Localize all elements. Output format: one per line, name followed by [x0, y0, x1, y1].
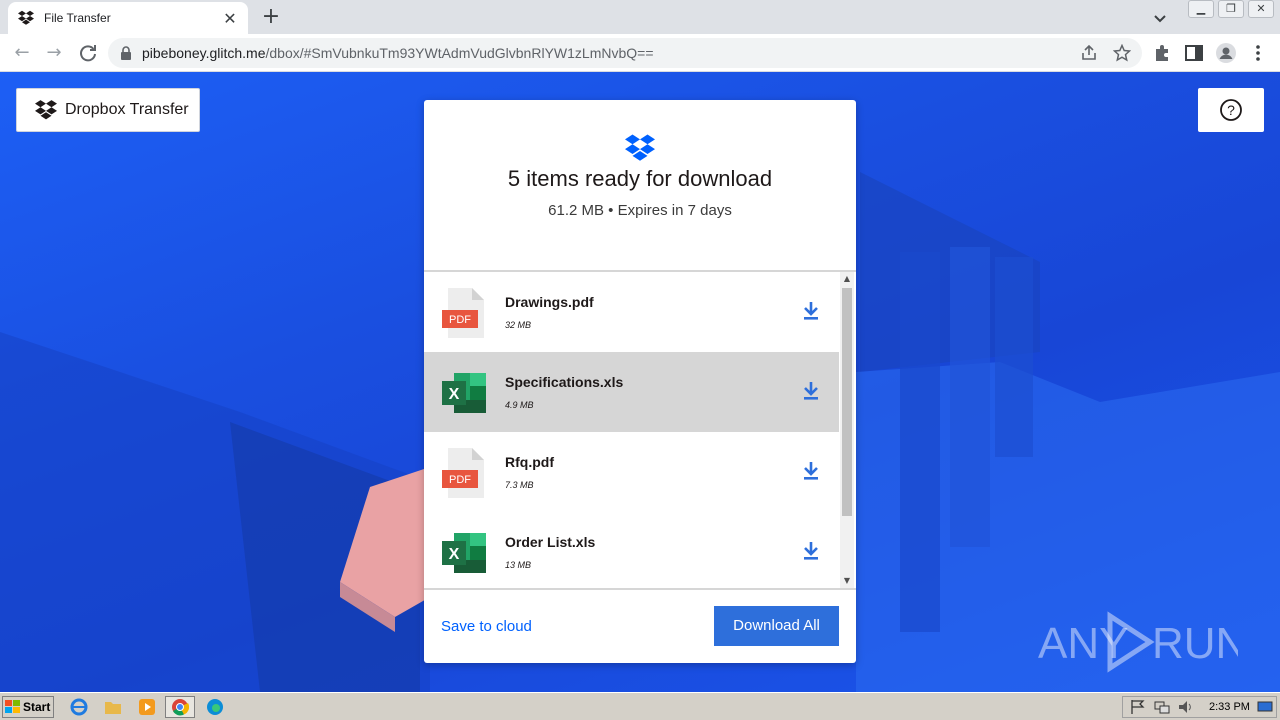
side-panel-icon[interactable]: [1184, 43, 1204, 63]
pdf-file-icon: PDF: [442, 448, 484, 498]
file-badge: PDF: [449, 314, 471, 326]
help-button[interactable]: ?: [1198, 88, 1264, 132]
watermark-text-right: RUN: [1152, 619, 1238, 668]
network-icon[interactable]: [1153, 699, 1171, 715]
edge-icon[interactable]: [204, 696, 226, 718]
start-label: Start: [23, 700, 51, 714]
file-badge: PDF: [449, 474, 471, 486]
file-list: PDF Drawings.pdf 32 MB X Specifications.…: [424, 270, 856, 590]
excel-file-icon: X: [442, 373, 486, 413]
anyrun-watermark: ANY RUN: [1038, 611, 1238, 673]
file-size: 4.9 MB: [505, 400, 534, 410]
page-viewport: Dropbox Transfer ? 5 items ready for dow…: [0, 72, 1280, 692]
transfer-subtitle: 61.2 MB • Expires in 7 days: [548, 202, 732, 219]
restore-button[interactable]: ❐: [1218, 0, 1244, 18]
file-name: Rfq.pdf: [505, 454, 554, 470]
url-path: /dbox/#SmVubnkuTm93YWtAdmVudGlvbnRlYW1zL…: [265, 45, 654, 61]
file-row[interactable]: X Specifications.xls 4.9 MB: [424, 352, 839, 432]
file-name: Drawings.pdf: [505, 294, 594, 310]
tab-title: File Transfer: [44, 11, 111, 25]
file-explorer-icon[interactable]: [102, 696, 124, 718]
close-window-button[interactable]: ✕: [1248, 0, 1274, 18]
scroll-down-arrow-icon[interactable]: ▼: [840, 574, 854, 588]
url-text: pibeboney.glitch.me/dbox/#SmVubnkuTm93YW…: [142, 45, 654, 61]
download-icon[interactable]: [802, 461, 820, 481]
back-arrow-icon[interactable]: ←: [10, 41, 34, 65]
reload-icon[interactable]: [76, 41, 100, 65]
tab-close-icon[interactable]: ✕: [222, 9, 238, 28]
file-name: Specifications.xls: [505, 374, 624, 390]
file-row[interactable]: PDF Rfq.pdf 7.3 MB: [424, 432, 839, 512]
os-taskbar: Start 2:33 PM: [0, 692, 1280, 720]
file-row[interactable]: PDF Drawings.pdf 32 MB: [424, 272, 839, 352]
browser-tab[interactable]: File Transfer ✕: [8, 2, 248, 34]
chrome-icon[interactable]: [165, 696, 195, 718]
system-tray: 2:33 PM: [1122, 696, 1277, 718]
pdf-file-icon: PDF: [442, 288, 484, 338]
address-bar[interactable]: pibeboney.glitch.me/dbox/#SmVubnkuTm93YW…: [108, 38, 1142, 68]
bookmark-star-icon[interactable]: [1113, 44, 1131, 62]
dropbox-favicon-icon: [18, 10, 34, 25]
scroll-up-arrow-icon[interactable]: ▲: [840, 272, 854, 286]
ie-icon[interactable]: [68, 696, 90, 718]
excel-file-icon: X: [442, 533, 486, 573]
profile-avatar-icon[interactable]: [1216, 43, 1236, 63]
dropbox-logo-icon: [625, 134, 655, 161]
save-to-cloud-link[interactable]: Save to cloud: [441, 618, 532, 635]
tab-search-chevron-icon[interactable]: [1150, 8, 1170, 28]
url-host: pibeboney.glitch.me: [142, 45, 266, 61]
download-all-button[interactable]: Download All: [714, 606, 839, 646]
help-label: ?: [1227, 102, 1235, 118]
scrollbar-thumb[interactable]: [842, 288, 852, 516]
file-row[interactable]: X Order List.xls 13 MB: [424, 512, 839, 588]
help-circle-icon: ?: [1220, 99, 1242, 121]
minimize-button[interactable]: ▁: [1188, 0, 1214, 18]
file-badge: X: [449, 386, 460, 403]
file-name: Order List.xls: [505, 534, 596, 550]
volume-icon[interactable]: [1177, 699, 1195, 715]
download-icon[interactable]: [802, 541, 820, 561]
extensions-icon[interactable]: [1152, 43, 1172, 63]
windows-flag-icon: [5, 700, 20, 713]
tab-strip: File Transfer ✕ + ▁ ❐ ✕: [0, 0, 1280, 34]
dropbox-logo-icon: [35, 100, 57, 120]
menu-kebab-icon[interactable]: [1248, 43, 1268, 63]
taskbar-clock: 2:33 PM: [1209, 701, 1250, 713]
dropbox-transfer-brand[interactable]: Dropbox Transfer: [16, 88, 200, 132]
share-icon[interactable]: [1080, 44, 1098, 62]
file-size: 7.3 MB: [505, 480, 534, 490]
window-controls: ▁ ❐ ✕: [1184, 0, 1274, 18]
file-badge: X: [449, 546, 460, 563]
file-size: 32 MB: [505, 320, 532, 330]
download-icon[interactable]: [802, 381, 820, 401]
brand-label: Dropbox Transfer: [65, 101, 189, 118]
media-player-icon[interactable]: [136, 696, 158, 718]
start-button[interactable]: Start: [2, 696, 54, 718]
file-list-scrollbar[interactable]: ▲ ▼: [840, 272, 854, 588]
new-tab-button[interactable]: +: [258, 4, 284, 30]
file-size: 13 MB: [505, 560, 532, 570]
transfer-dialog: 5 items ready for download 61.2 MB • Exp…: [424, 100, 856, 663]
action-center-flag-icon[interactable]: [1129, 699, 1147, 715]
lock-icon[interactable]: [120, 46, 132, 60]
show-desktop-icon[interactable]: [1256, 699, 1274, 715]
watermark-text-left: ANY: [1038, 619, 1128, 668]
forward-arrow-icon[interactable]: →: [42, 41, 66, 65]
browser-toolbar: ← → pibeboney.glitch.me/dbox/#SmVubnkuTm…: [0, 34, 1280, 72]
transfer-title: 5 items ready for download: [507, 166, 773, 191]
download-icon[interactable]: [802, 301, 820, 321]
